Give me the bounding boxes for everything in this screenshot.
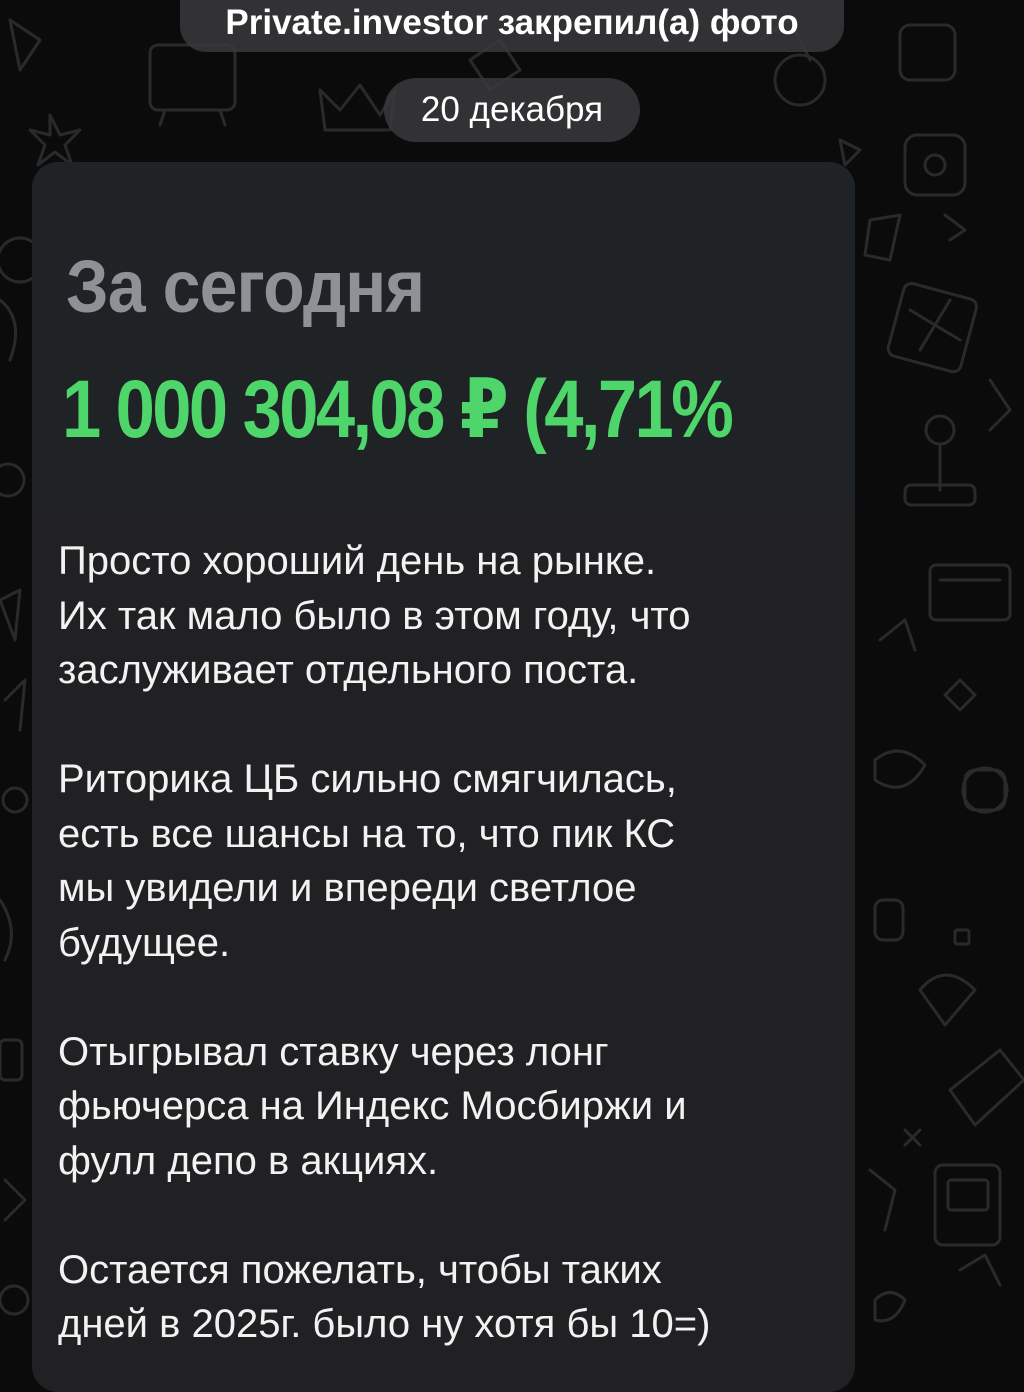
date-separator: 20 декабря <box>384 78 640 142</box>
message-bubble[interactable]: За сегодня 1 000 304,08 ₽ (4,71% Просто … <box>32 162 855 1392</box>
message-paragraph: Отыгрывал ставку через лонг фьючерса на … <box>58 1025 838 1189</box>
message-paragraph: Просто хороший день на рынке. Их так мал… <box>58 534 838 698</box>
photo-profit-amount: 1 000 304,08 ₽ (4,71% <box>62 364 734 455</box>
message-line: Просто хороший день на рынке. <box>58 539 657 583</box>
pinned-photo-service-message: Private.investor закрепил(а) фото <box>180 0 844 52</box>
message-line: Остается пожелать, чтобы таких <box>58 1247 662 1292</box>
message-text: Просто хороший день на рынке. Их так мал… <box>58 534 838 1392</box>
message-line: будущее. <box>58 920 231 965</box>
message-line: Риторика ЦБ сильно смягчилась, <box>58 757 677 801</box>
message-paragraph: Риторика ЦБ сильно смягчилась, есть все … <box>58 752 838 970</box>
message-paragraph: Остается пожелать, чтобы таких дней в 20… <box>58 1243 838 1352</box>
message-line: фьючерса на Индекс Мосбиржи и <box>58 1084 687 1128</box>
photo-title-text: За сегодня <box>66 245 425 328</box>
message-line: есть все шансы на то, что пик КС <box>58 811 676 856</box>
message-line: Их так мало было в этом году, что <box>58 593 691 638</box>
message-line: дней в 2025г. было ну хотя бы 10=) <box>58 1302 711 1346</box>
message-line: Отыгрывал ставку через лонг <box>58 1029 609 1074</box>
message-line: фулл депо в акциях. <box>58 1138 439 1183</box>
message-photo[interactable]: За сегодня 1 000 304,08 ₽ (4,71% <box>32 162 855 507</box>
message-line: заслуживает отдельного поста. <box>58 648 639 692</box>
message-line: мы увидели и впереди светлое <box>58 866 637 910</box>
